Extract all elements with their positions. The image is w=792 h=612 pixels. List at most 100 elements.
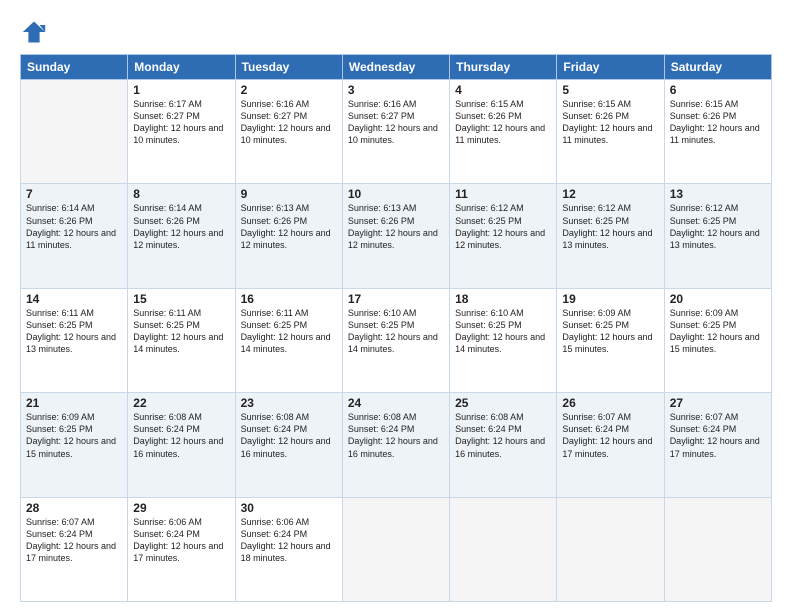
calendar-cell: 29Sunrise: 6:06 AMSunset: 6:24 PMDayligh… <box>128 497 235 601</box>
daylight-label: Daylight: 12 hours and 13 minutes. <box>670 228 760 250</box>
daylight-label: Daylight: 12 hours and 12 minutes. <box>348 228 438 250</box>
calendar-cell: 1Sunrise: 6:17 AMSunset: 6:27 PMDaylight… <box>128 80 235 184</box>
weekday-header-saturday: Saturday <box>664 55 771 80</box>
day-number: 13 <box>670 187 766 201</box>
day-number: 21 <box>26 396 122 410</box>
calendar-cell: 10Sunrise: 6:13 AMSunset: 6:26 PMDayligh… <box>342 184 449 288</box>
daylight-label: Daylight: 12 hours and 16 minutes. <box>241 436 331 458</box>
sunset-label: Sunset: 6:24 PM <box>562 424 629 434</box>
weekday-header-wednesday: Wednesday <box>342 55 449 80</box>
calendar-cell: 9Sunrise: 6:13 AMSunset: 6:26 PMDaylight… <box>235 184 342 288</box>
day-number: 9 <box>241 187 337 201</box>
day-info: Sunrise: 6:12 AMSunset: 6:25 PMDaylight:… <box>670 202 766 251</box>
daylight-label: Daylight: 12 hours and 15 minutes. <box>562 332 652 354</box>
calendar-week-row: 14Sunrise: 6:11 AMSunset: 6:25 PMDayligh… <box>21 288 772 392</box>
calendar-cell: 6Sunrise: 6:15 AMSunset: 6:26 PMDaylight… <box>664 80 771 184</box>
calendar-cell: 12Sunrise: 6:12 AMSunset: 6:25 PMDayligh… <box>557 184 664 288</box>
calendar-cell: 14Sunrise: 6:11 AMSunset: 6:25 PMDayligh… <box>21 288 128 392</box>
sunset-label: Sunset: 6:26 PM <box>26 216 93 226</box>
sunrise-label: Sunrise: 6:10 AM <box>455 308 524 318</box>
sunset-label: Sunset: 6:25 PM <box>670 216 737 226</box>
day-number: 3 <box>348 83 444 97</box>
day-number: 25 <box>455 396 551 410</box>
calendar-cell: 13Sunrise: 6:12 AMSunset: 6:25 PMDayligh… <box>664 184 771 288</box>
day-number: 1 <box>133 83 229 97</box>
daylight-label: Daylight: 12 hours and 10 minutes. <box>133 123 223 145</box>
calendar-cell: 28Sunrise: 6:07 AMSunset: 6:24 PMDayligh… <box>21 497 128 601</box>
sunrise-label: Sunrise: 6:11 AM <box>133 308 201 318</box>
sunrise-label: Sunrise: 6:13 AM <box>348 203 417 213</box>
day-info: Sunrise: 6:13 AM Sunset: 6:26 PM Daylight:… <box>348 202 444 251</box>
day-info: Sunrise: 6:17 AMSunset: 6:27 PMDaylight:… <box>133 98 229 147</box>
daylight-label: Daylight: 12 hours and 15 minutes. <box>670 332 760 354</box>
logo-icon <box>20 18 48 46</box>
weekday-header-friday: Friday <box>557 55 664 80</box>
daylight-label: Daylight: 12 hours and 12 minutes. <box>241 228 331 250</box>
calendar-cell: 17Sunrise: 6:10 AMSunset: 6:25 PMDayligh… <box>342 288 449 392</box>
day-number: 20 <box>670 292 766 306</box>
day-info: Sunrise: 6:07 AMSunset: 6:24 PMDaylight:… <box>26 516 122 565</box>
sunset-label: Sunset: 6:24 PM <box>455 424 522 434</box>
day-info: Sunrise: 6:16 AMSunset: 6:27 PMDaylight:… <box>348 98 444 147</box>
daylight-label: Daylight: 12 hours and 17 minutes. <box>670 436 760 458</box>
daylight-label: Daylight: 12 hours and 12 minutes. <box>455 228 545 250</box>
calendar-week-row: 7Sunrise: 6:14 AMSunset: 6:26 PMDaylight… <box>21 184 772 288</box>
day-info: Sunrise: 6:12 AMSunset: 6:25 PMDaylight:… <box>455 202 551 251</box>
sunset-label: Sunset: 6:25 PM <box>26 424 93 434</box>
sunrise-label: Sunrise: 6:16 AM <box>241 99 310 109</box>
sunrise-label: Sunrise: 6:15 AM <box>562 99 631 109</box>
daylight-label: Daylight: 12 hours and 16 minutes. <box>348 436 438 458</box>
calendar-cell: 27Sunrise: 6:07 AMSunset: 6:24 PMDayligh… <box>664 393 771 497</box>
day-info: Sunrise: 6:15 AMSunset: 6:26 PMDaylight:… <box>670 98 766 147</box>
day-number: 12 <box>562 187 658 201</box>
day-number: 16 <box>241 292 337 306</box>
day-info: Sunrise: 6:14 AMSunset: 6:26 PMDaylight:… <box>133 202 229 251</box>
sunset-label: Sunset: 6:24 PM <box>133 529 200 539</box>
calendar-week-row: 21 Sunrise: 6:09 AM Sunset: 6:25 PM Dayligh… <box>21 393 772 497</box>
sunset-label: Sunset: 6:27 PM <box>241 111 308 121</box>
sunrise-label: Sunrise: 6:17 AM <box>133 99 202 109</box>
sunset-label: Sunset: 6:27 PM <box>348 111 415 121</box>
day-number: 14 <box>26 292 122 306</box>
day-info: Sunrise: 6:09 AMSunset: 6:25 PMDaylight:… <box>562 307 658 356</box>
daylight-label: Daylight: 12 hours and 11 minutes. <box>455 123 545 145</box>
daylight-label: Daylight: 12 hours and 10 minutes. <box>241 123 331 145</box>
daylight-label: Daylight: 12 hours and 17 minutes. <box>26 541 116 563</box>
sunrise-label: Sunrise: 6:07 AM <box>670 412 739 422</box>
sunrise-label: Sunrise: 6:09 AM <box>26 412 95 422</box>
daylight-label: Daylight: 12 hours and 11 minutes. <box>670 123 760 145</box>
day-number: 18 <box>455 292 551 306</box>
calendar-cell: 20Sunrise: 6:09 AMSunset: 6:25 PMDayligh… <box>664 288 771 392</box>
calendar-week-row: 1Sunrise: 6:17 AMSunset: 6:27 PMDaylight… <box>21 80 772 184</box>
day-info: Sunrise: 6:07 AMSunset: 6:24 PMDaylight:… <box>670 411 766 460</box>
sunrise-label: Sunrise: 6:12 AM <box>562 203 631 213</box>
daylight-label: Daylight: 12 hours and 14 minutes. <box>455 332 545 354</box>
day-info: Sunrise: 6:11 AMSunset: 6:25 PMDaylight:… <box>241 307 337 356</box>
sunset-label: Sunset: 6:26 PM <box>455 111 522 121</box>
sunset-label: Sunset: 6:26 PM <box>348 216 415 226</box>
sunset-label: Sunset: 6:25 PM <box>562 320 629 330</box>
sunset-label: Sunset: 6:24 PM <box>241 424 308 434</box>
sunrise-label: Sunrise: 6:07 AM <box>562 412 631 422</box>
calendar-cell <box>557 497 664 601</box>
sunset-label: Sunset: 6:24 PM <box>241 529 308 539</box>
weekday-header-row: SundayMondayTuesdayWednesdayThursdayFrid… <box>21 55 772 80</box>
day-number: 23 <box>241 396 337 410</box>
sunrise-label: Sunrise: 6:09 AM <box>670 308 739 318</box>
daylight-label: Daylight: 12 hours and 15 minutes. <box>26 436 116 458</box>
day-info: Sunrise: 6:09 AMSunset: 6:25 PMDaylight:… <box>670 307 766 356</box>
day-info: Sunrise: 6:11 AMSunset: 6:25 PMDaylight:… <box>26 307 122 356</box>
sunset-label: Sunset: 6:25 PM <box>241 320 308 330</box>
daylight-label: Daylight: 12 hours and 17 minutes. <box>133 541 223 563</box>
sunrise-label: Sunrise: 6:08 AM <box>455 412 524 422</box>
calendar-cell <box>664 497 771 601</box>
calendar-cell: 19Sunrise: 6:09 AMSunset: 6:25 PMDayligh… <box>557 288 664 392</box>
daylight-label: Daylight: 12 hours and 17 minutes. <box>562 436 652 458</box>
daylight-label: Daylight: 12 hours and 18 minutes. <box>241 541 331 563</box>
sunset-label: Sunset: 6:25 PM <box>26 320 93 330</box>
sunrise-label: Sunrise: 6:14 AM <box>133 203 202 213</box>
day-info: Sunrise: 6:15 AMSunset: 6:26 PMDaylight:… <box>455 98 551 147</box>
calendar-cell: 15Sunrise: 6:11 AMSunset: 6:25 PMDayligh… <box>128 288 235 392</box>
day-info: Sunrise: 6:07 AM Sunset: 6:24 PM Daylight:… <box>562 411 658 460</box>
day-number: 30 <box>241 501 337 515</box>
